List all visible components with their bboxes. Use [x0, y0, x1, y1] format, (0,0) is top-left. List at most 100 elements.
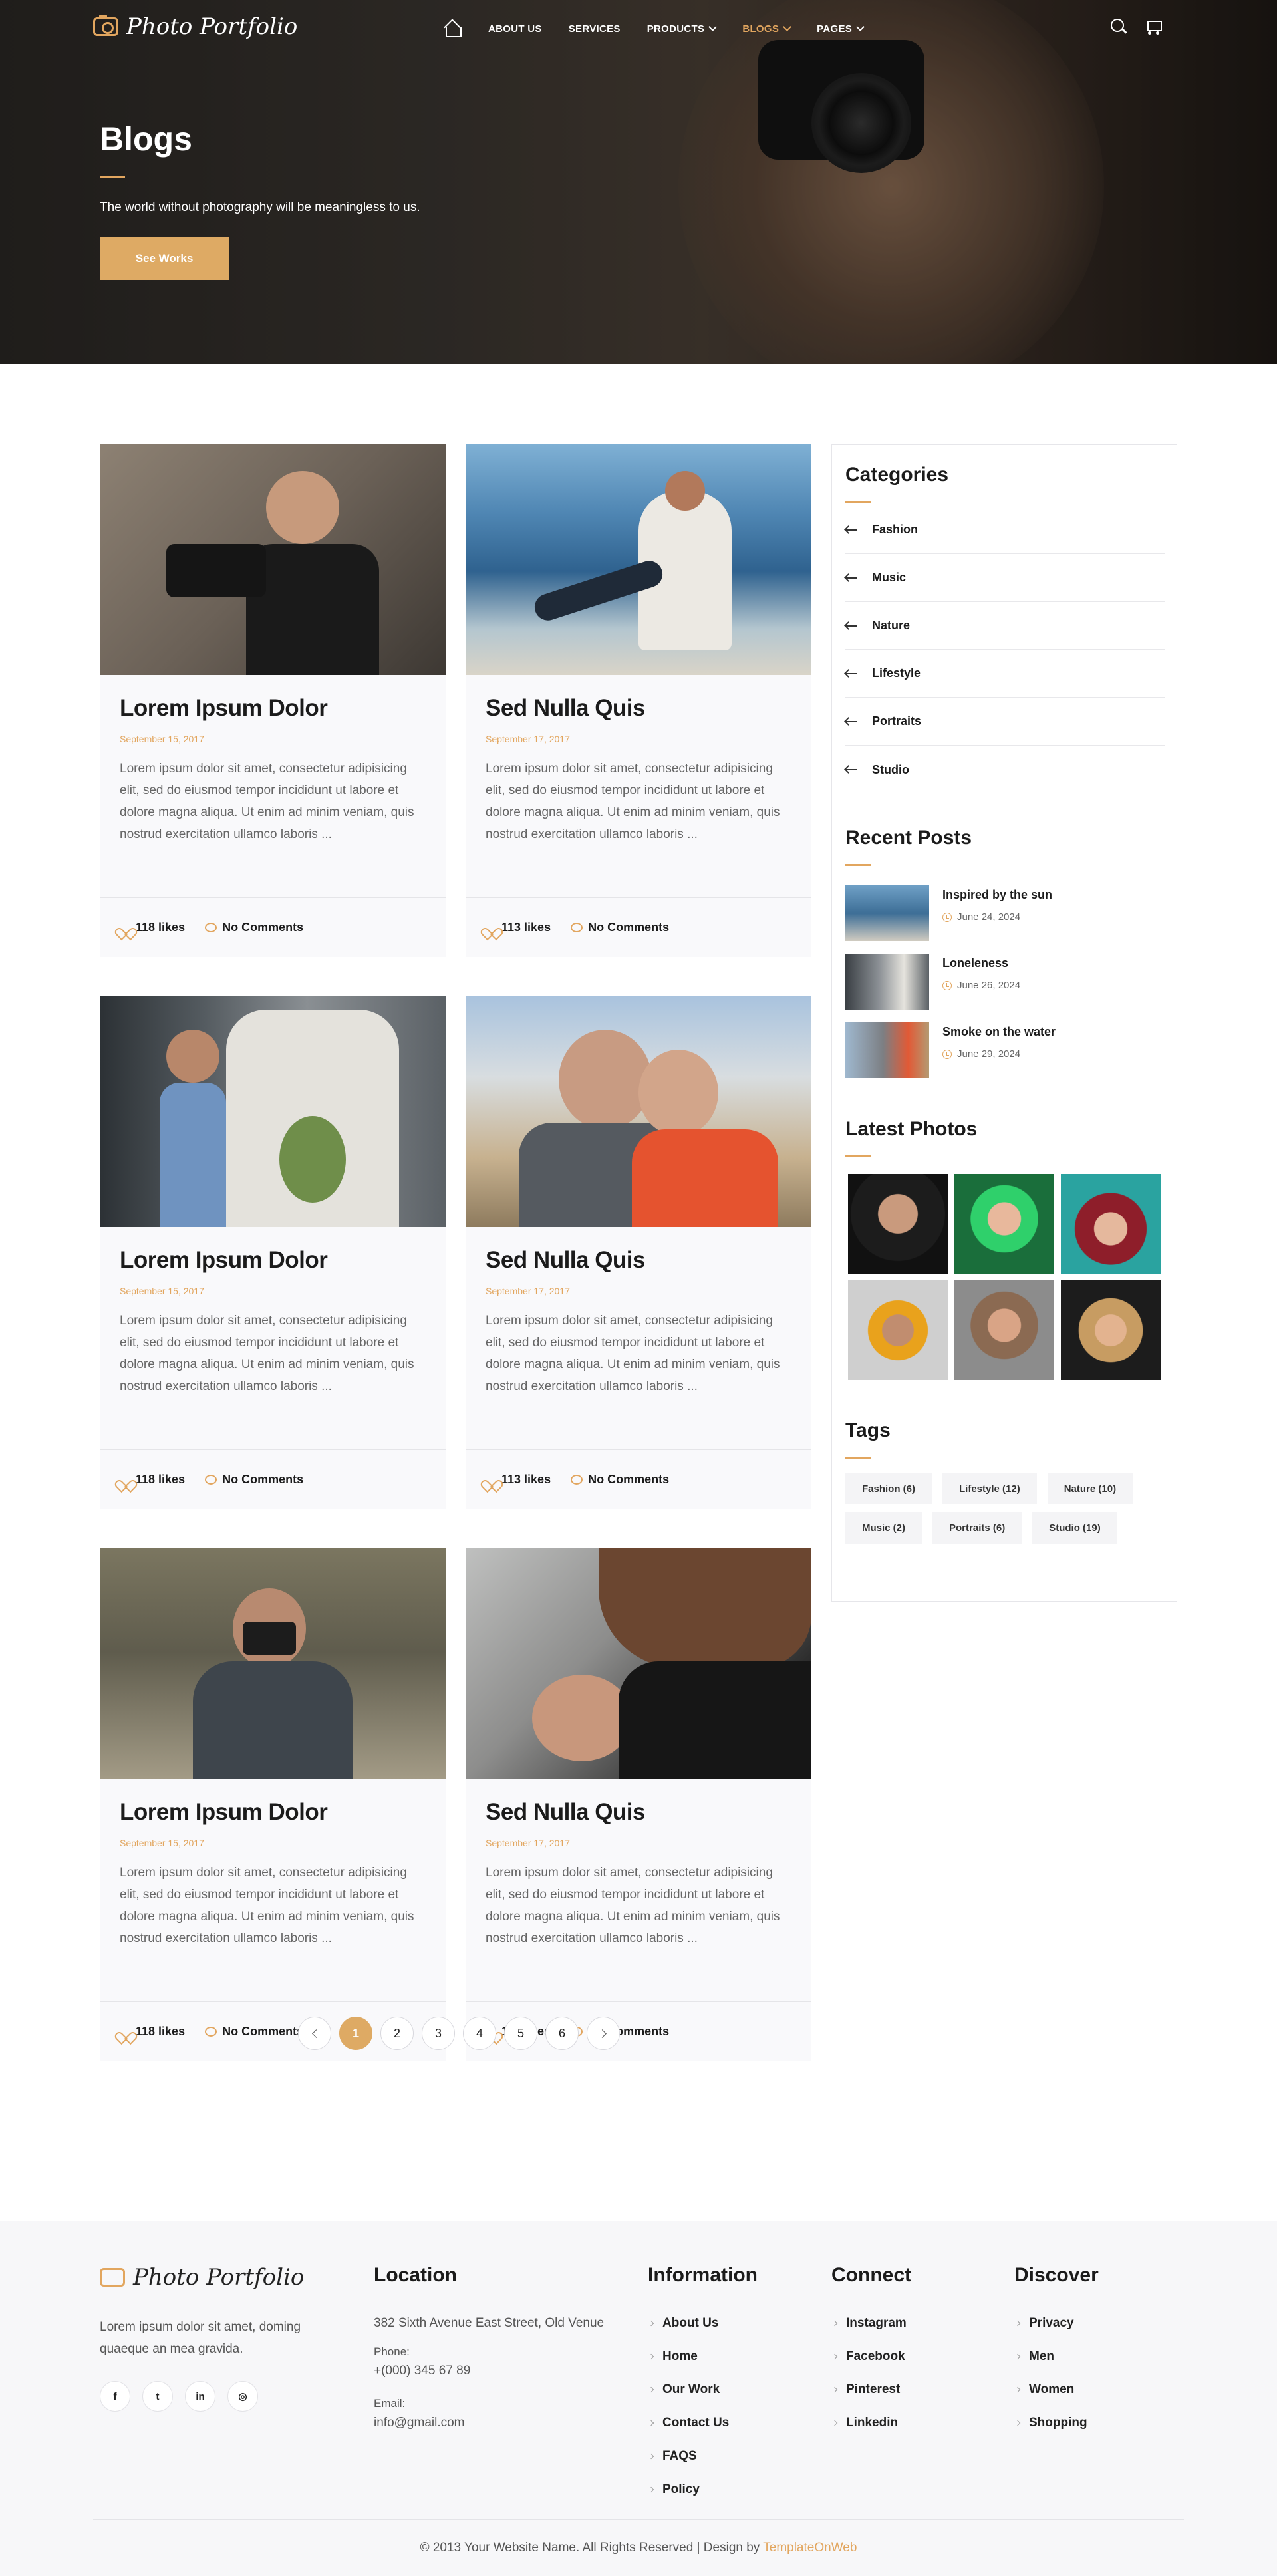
- blog-card-image[interactable]: [466, 444, 811, 675]
- search-icon[interactable]: [1109, 17, 1127, 36]
- recent-post-item[interactable]: Loneleness June 26, 2024: [845, 954, 1020, 1010]
- blog-card-title[interactable]: Sed Nulla Quis: [486, 1247, 811, 1274]
- latest-photo[interactable]: [1061, 1280, 1161, 1380]
- cart-icon[interactable]: [1144, 17, 1163, 36]
- blog-card-image[interactable]: [466, 1548, 811, 1779]
- recent-post-title: Inspired by the sun: [942, 888, 1053, 901]
- chevron-down-icon: [856, 23, 865, 31]
- footer-link-instagram[interactable]: Instagram: [831, 2316, 907, 2331]
- tag-fashion[interactable]: Fashion (6): [845, 1473, 932, 1504]
- footer-link-about-us[interactable]: About Us: [648, 2316, 718, 2331]
- latest-photo[interactable]: [1061, 1174, 1161, 1274]
- footer-logo[interactable]: Photo Portfolio: [100, 2264, 304, 2291]
- comments-link[interactable]: No Comments: [205, 2025, 303, 2039]
- comments-link[interactable]: No Comments: [205, 921, 303, 934]
- facebook-icon[interactable]: f: [100, 2381, 130, 2412]
- footer-email[interactable]: info@gmail.com: [374, 2416, 465, 2430]
- footer-link-privacy[interactable]: Privacy: [1014, 2316, 1074, 2331]
- comments-link[interactable]: No Comments: [205, 1473, 303, 1487]
- likes-count[interactable]: 118 likes: [120, 2025, 185, 2039]
- footer-link-our-work[interactable]: Our Work: [648, 2382, 720, 2397]
- menu-item-about-us[interactable]: ABOUT US: [488, 23, 542, 35]
- site-logo[interactable]: Photo Portfolio: [93, 13, 297, 40]
- location-heading: Location: [374, 2264, 457, 2286]
- clock-icon: [942, 980, 952, 990]
- footer-link-contact-us[interactable]: Contact Us: [648, 2416, 729, 2430]
- page-5[interactable]: 5: [504, 2017, 537, 2050]
- instagram-icon[interactable]: ◎: [227, 2381, 258, 2412]
- latest-photo[interactable]: [848, 1174, 948, 1274]
- blog-card-title[interactable]: Lorem Ipsum Dolor: [120, 1247, 446, 1274]
- footer-link-linkedin[interactable]: Linkedin: [831, 2416, 898, 2430]
- tag-portraits[interactable]: Portraits (6): [932, 1512, 1022, 1544]
- footer-link-policy[interactable]: Policy: [648, 2482, 700, 2497]
- category-fashion[interactable]: Fashion: [845, 506, 1165, 554]
- blog-card-title[interactable]: Lorem Ipsum Dolor: [120, 695, 446, 722]
- blog-card-title[interactable]: Sed Nulla Quis: [486, 695, 811, 722]
- page-4[interactable]: 4: [463, 2017, 496, 2050]
- next-page-button[interactable]: [587, 2017, 620, 2050]
- blog-card-image[interactable]: [100, 996, 446, 1227]
- likes-count[interactable]: 118 likes: [120, 921, 185, 934]
- menu-item-pages[interactable]: PAGES: [817, 23, 865, 35]
- blog-card-image[interactable]: [466, 996, 811, 1227]
- designer-credit-link[interactable]: TemplateOnWeb: [763, 2541, 857, 2555]
- blog-card: Sed Nulla Quis September 17, 2017 Lorem …: [466, 1548, 811, 2061]
- chevron-right-icon: [648, 2386, 654, 2393]
- category-lifestyle[interactable]: Lifestyle: [845, 650, 1165, 698]
- recent-post-item[interactable]: Smoke on the water June 29, 2024: [845, 1022, 1056, 1078]
- twitter-icon[interactable]: t: [142, 2381, 173, 2412]
- latest-photo[interactable]: [954, 1280, 1054, 1380]
- latest-photos-grid: [848, 1174, 1161, 1380]
- blog-card-footer: 118 likes No Comments: [100, 897, 446, 957]
- page-6[interactable]: 6: [545, 2017, 579, 2050]
- blog-card-title[interactable]: Lorem Ipsum Dolor: [120, 1799, 446, 1826]
- page-3[interactable]: 3: [422, 2017, 455, 2050]
- tag-nature[interactable]: Nature (10): [1047, 1473, 1133, 1504]
- footer-link-faqs[interactable]: FAQS: [648, 2449, 697, 2464]
- see-works-button[interactable]: See Works: [100, 237, 229, 280]
- likes-count[interactable]: 113 likes: [486, 1473, 551, 1487]
- category-nature[interactable]: Nature: [845, 602, 1165, 650]
- chevron-right-icon: [648, 2486, 654, 2493]
- footer-link-home[interactable]: Home: [648, 2349, 698, 2364]
- tag-lifestyle[interactable]: Lifestyle (12): [942, 1473, 1037, 1504]
- menu-item-products[interactable]: PRODUCTS: [647, 23, 718, 35]
- category-portraits[interactable]: Portraits: [845, 698, 1165, 746]
- footer-about: Lorem ipsum dolor sit amet, doming quaeq…: [100, 2320, 301, 2356]
- blog-card-image[interactable]: [100, 444, 446, 675]
- home-icon[interactable]: [443, 20, 462, 37]
- footer-phone[interactable]: +(000) 345 67 89: [374, 2364, 470, 2378]
- latest-photo[interactable]: [848, 1280, 948, 1380]
- page-2[interactable]: 2: [380, 2017, 414, 2050]
- tag-studio[interactable]: Studio (19): [1032, 1512, 1117, 1544]
- footer-link-shopping[interactable]: Shopping: [1014, 2416, 1087, 2430]
- menu-item-blogs[interactable]: BLOGS: [742, 23, 792, 35]
- likes-count[interactable]: 118 likes: [120, 1473, 185, 1487]
- footer-link-men[interactable]: Men: [1014, 2349, 1054, 2364]
- comments-link[interactable]: No Comments: [571, 1473, 669, 1487]
- menu-item-services[interactable]: SERVICES: [569, 23, 621, 35]
- linkedin-icon[interactable]: in: [185, 2381, 215, 2412]
- category-music[interactable]: Music: [845, 554, 1165, 602]
- page-1[interactable]: 1: [339, 2017, 372, 2050]
- tag-music[interactable]: Music (2): [845, 1512, 922, 1544]
- blog-card: Sed Nulla Quis September 17, 2017 Lorem …: [466, 444, 811, 957]
- blog-card-image[interactable]: [100, 1548, 446, 1779]
- recent-post-item[interactable]: Inspired by the sun June 24, 2024: [845, 885, 1052, 941]
- category-studio[interactable]: Studio: [845, 746, 1165, 793]
- chevron-right-icon: [831, 2320, 838, 2327]
- recent-post-title: Smoke on the water: [942, 1025, 1056, 1038]
- comments-link[interactable]: No Comments: [571, 921, 669, 934]
- blog-card-title[interactable]: Sed Nulla Quis: [486, 1799, 811, 1826]
- prev-page-button[interactable]: [298, 2017, 331, 2050]
- footer-link-women[interactable]: Women: [1014, 2382, 1074, 2397]
- footer-link-pinterest[interactable]: Pinterest: [831, 2382, 900, 2397]
- chevron-right-icon: [648, 2353, 654, 2360]
- recent-post-date: June 29, 2024: [957, 1048, 1021, 1060]
- latest-photos-heading: Latest Photos: [845, 1118, 978, 1140]
- latest-photo[interactable]: [954, 1174, 1054, 1274]
- recent-post-date: June 24, 2024: [957, 911, 1021, 923]
- footer-link-facebook[interactable]: Facebook: [831, 2349, 905, 2364]
- likes-count[interactable]: 113 likes: [486, 921, 551, 934]
